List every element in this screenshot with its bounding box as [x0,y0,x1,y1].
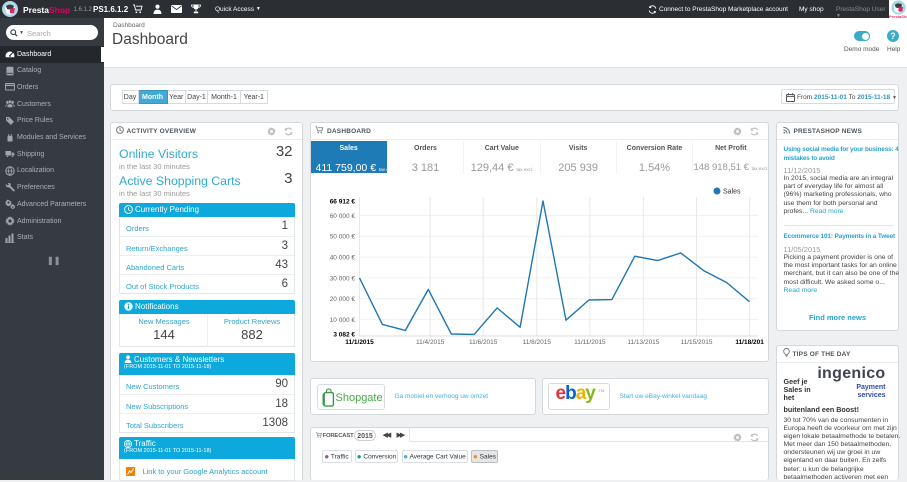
svg-text:10 000 €: 10 000 € [329,317,355,324]
svg-text:11/4/2015: 11/4/2015 [415,339,444,346]
svg-text:11/13/2015: 11/13/2015 [627,339,659,346]
svg-text:20 000 €: 20 000 € [329,296,355,303]
svg-text:11/6/2015: 11/6/2015 [468,339,497,346]
svg-text:30 000 €: 30 000 € [329,275,355,282]
svg-text:Sales: Sales [723,189,741,196]
svg-text:66 912 €: 66 912 € [329,199,355,206]
svg-text:11/18/201: 11/18/201 [735,339,764,346]
svg-text:11/1/2015: 11/1/2015 [345,339,374,346]
svg-text:40 000 €: 40 000 € [329,255,355,262]
svg-text:3 082 €: 3 082 € [333,332,355,339]
svg-text:50 000 €: 50 000 € [329,234,355,241]
svg-text:60 000 €: 60 000 € [329,213,355,220]
svg-text:11/11/2015: 11/11/2015 [574,339,606,346]
svg-text:11/8/2015: 11/8/2015 [522,339,551,346]
svg-text:11/15/2015: 11/15/2015 [680,339,712,346]
